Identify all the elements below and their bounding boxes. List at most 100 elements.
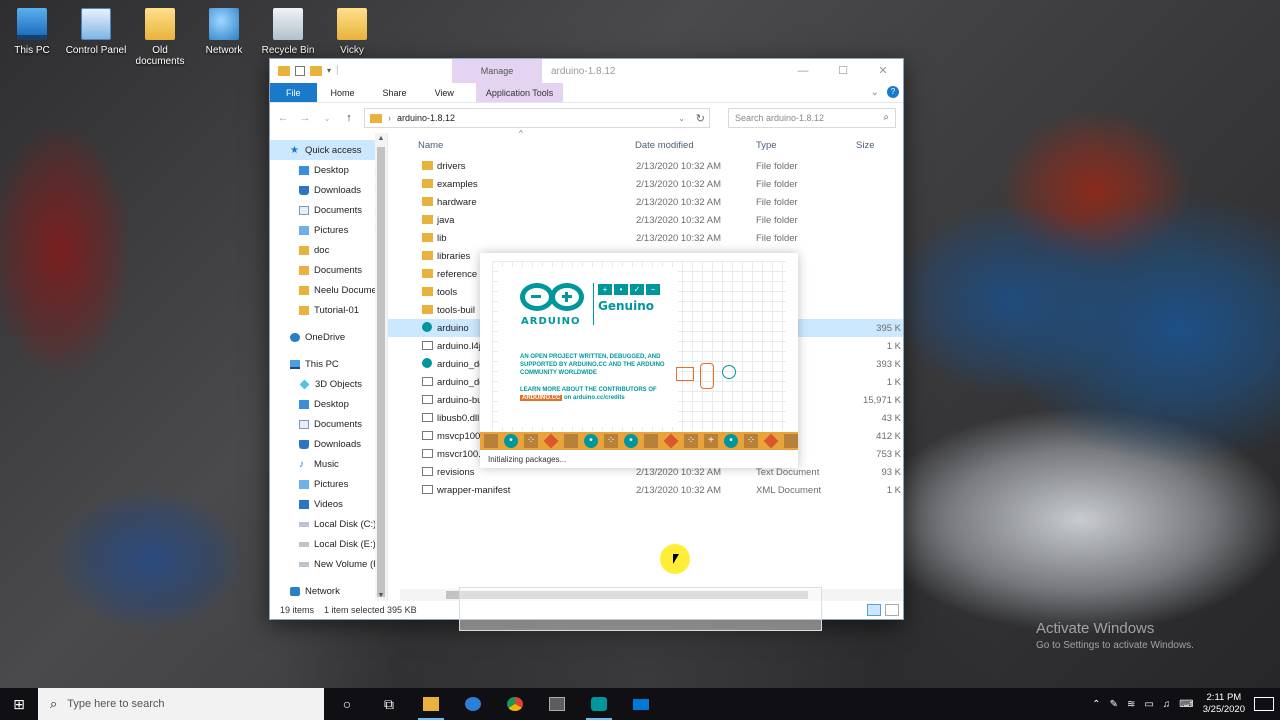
maximize-button[interactable]: ☐ bbox=[823, 59, 863, 83]
new-folder-icon[interactable] bbox=[310, 65, 322, 76]
help-icon[interactable]: ? bbox=[887, 86, 899, 98]
folder-icon bbox=[299, 265, 309, 275]
file-explorer-icon[interactable] bbox=[410, 688, 452, 720]
edge-icon[interactable] bbox=[452, 688, 494, 720]
scroll-down-icon[interactable]: ▼ bbox=[375, 592, 387, 599]
up-button[interactable]: ↑ bbox=[342, 112, 356, 124]
keyboard-icon[interactable]: ⌨ bbox=[1179, 699, 1193, 710]
recent-locations-icon[interactable]: ⌄ bbox=[320, 114, 334, 123]
pattern-chip: ⁘ bbox=[684, 434, 698, 448]
chevron-down-icon[interactable]: ▾ bbox=[327, 66, 331, 75]
start-button[interactable]: ⊞ bbox=[0, 688, 38, 720]
table-row[interactable]: java 2/13/2020 10:32 AM File folder bbox=[388, 211, 903, 229]
nav-network[interactable]: Network bbox=[270, 581, 387, 601]
tab-application-tools[interactable]: Application Tools bbox=[475, 83, 564, 102]
volume-icon[interactable]: ♫ bbox=[1163, 699, 1171, 710]
nav-pictures[interactable]: Pictures✱ bbox=[270, 220, 387, 240]
tab-view[interactable]: View bbox=[421, 83, 468, 102]
breadcrumb[interactable]: arduino-1.8.12 bbox=[397, 113, 455, 123]
chevron-down-icon[interactable]: ⌄ bbox=[678, 114, 685, 123]
cortana-icon[interactable]: ○ bbox=[326, 688, 368, 720]
nav-desktop[interactable]: Desktop✱ bbox=[270, 160, 387, 180]
nav-onedrive[interactable]: OneDrive bbox=[270, 327, 387, 347]
details-view-button[interactable] bbox=[867, 604, 881, 616]
nav-pc-pictures[interactable]: Pictures bbox=[270, 474, 387, 494]
desktop-icon-this-pc[interactable]: This PC bbox=[0, 0, 64, 78]
notifications-icon[interactable] bbox=[1254, 697, 1274, 711]
expand-ribbon-icon[interactable]: ⌄ bbox=[871, 87, 879, 98]
column-name[interactable]: Name bbox=[418, 140, 443, 151]
minimize-button[interactable]: — bbox=[783, 59, 823, 83]
scroll-up-icon[interactable]: ▲ bbox=[375, 135, 387, 142]
splash-credits: LEARN MORE ABOUT THE CONTRIBUTORS OF ARD… bbox=[520, 386, 690, 402]
table-row[interactable]: hardware 2/13/2020 10:32 AM File folder bbox=[388, 193, 903, 211]
search-icon: ⌕ bbox=[883, 112, 889, 123]
nav-tutorial-01[interactable]: Tutorial-01 bbox=[270, 300, 387, 320]
nav-neelu-documents[interactable]: Neelu Documen bbox=[270, 280, 387, 300]
control-panel-icon bbox=[81, 8, 111, 40]
pen-icon[interactable]: ✎ bbox=[1110, 699, 1118, 710]
nav-label: This PC bbox=[305, 358, 339, 370]
nav-pc-videos[interactable]: Videos bbox=[270, 494, 387, 514]
task-view-icon[interactable]: ⧉ bbox=[368, 688, 410, 720]
desktop-icon-control-panel[interactable]: Control Panel bbox=[64, 0, 128, 78]
scroll-thumb[interactable] bbox=[377, 147, 385, 597]
nav-documents[interactable]: Documents✱ bbox=[270, 200, 387, 220]
close-button[interactable]: ✕ bbox=[863, 59, 903, 83]
nav-pc-music[interactable]: ♪ Music bbox=[270, 454, 387, 474]
taskbar-search-input[interactable]: ⌕ Type here to search bbox=[38, 688, 324, 720]
mouse-cursor-icon bbox=[673, 554, 679, 564]
column-size[interactable]: Size bbox=[856, 140, 874, 151]
column-date-modified[interactable]: Date modified bbox=[635, 140, 694, 151]
nav-local-disk-e[interactable]: Local Disk (E:) bbox=[270, 534, 387, 554]
nav-scrollbar[interactable]: ▲ ▼ bbox=[375, 133, 387, 601]
nav-doc[interactable]: doc bbox=[270, 240, 387, 260]
nav-documents-2[interactable]: Documents bbox=[270, 260, 387, 280]
battery-icon[interactable]: ▭ bbox=[1144, 699, 1153, 710]
nav-pc-desktop[interactable]: Desktop bbox=[270, 394, 387, 414]
clock[interactable]: 2:11 PM 3/25/2020 bbox=[1203, 692, 1245, 716]
navigation-pane[interactable]: ★ Quick access Desktop✱ Downloads✱ Docume… bbox=[270, 133, 388, 601]
documents-icon bbox=[299, 205, 309, 215]
desktop-icon-old-documents[interactable]: Old documents bbox=[128, 0, 192, 78]
wifi-icon[interactable]: ≋ bbox=[1127, 699, 1135, 710]
file-size: 93 K bbox=[881, 467, 901, 478]
large-icons-view-button[interactable] bbox=[885, 604, 899, 616]
nav-pc-documents[interactable]: Documents bbox=[270, 414, 387, 434]
tab-home[interactable]: Home bbox=[317, 83, 369, 102]
chevron-up-icon[interactable]: ⌃ bbox=[1092, 699, 1100, 710]
arduino-icon[interactable] bbox=[578, 688, 620, 720]
mail-icon[interactable] bbox=[620, 688, 662, 720]
back-button[interactable]: ← bbox=[276, 112, 290, 124]
nav-new-volume-f[interactable]: New Volume (F:) bbox=[270, 554, 387, 574]
nav-quick-access[interactable]: ★ Quick access bbox=[270, 140, 387, 160]
table-row[interactable]: examples 2/13/2020 10:32 AM File folder bbox=[388, 175, 903, 193]
address-input[interactable]: › arduino-1.8.12 ⌄ ↻ bbox=[364, 108, 710, 128]
nav-local-disk-c[interactable]: Local Disk (C:) bbox=[270, 514, 387, 534]
column-type[interactable]: Type bbox=[756, 140, 777, 151]
table-row[interactable]: wrapper-manifest 2/13/2020 10:32 AM XML Do… bbox=[388, 481, 903, 499]
nav-downloads[interactable]: Downloads✱ bbox=[270, 180, 387, 200]
file-size: 753 K bbox=[876, 449, 901, 460]
table-row[interactable]: lib 2/13/2020 10:32 AM File folder bbox=[388, 229, 903, 247]
nav-pc-downloads[interactable]: Downloads bbox=[270, 434, 387, 454]
search-input[interactable]: Search arduino-1.8.12 ⌕ bbox=[728, 108, 896, 128]
chrome-icon[interactable] bbox=[494, 688, 536, 720]
tab-manage[interactable]: Manage bbox=[452, 59, 542, 83]
calculator-icon[interactable] bbox=[536, 688, 578, 720]
properties-icon[interactable] bbox=[295, 65, 305, 76]
file-name: examples bbox=[437, 179, 478, 190]
nav-this-pc[interactable]: This PC bbox=[270, 354, 387, 374]
title-bar[interactable]: ▾ | Manage arduino-1.8.12 — ☐ ✕ bbox=[270, 59, 903, 83]
nav-3d-objects[interactable]: 3D Objects bbox=[270, 374, 387, 394]
tab-file[interactable]: File bbox=[270, 83, 317, 102]
desktop-icon-label: Recycle Bin bbox=[261, 45, 315, 56]
forward-button[interactable]: → bbox=[298, 112, 312, 124]
refresh-icon[interactable]: ↻ bbox=[696, 112, 705, 125]
table-row[interactable]: drivers 2/13/2020 10:32 AM File folder bbox=[388, 157, 903, 175]
tab-share[interactable]: Share bbox=[369, 83, 421, 102]
file-name: lib bbox=[437, 233, 447, 244]
folder-icon bbox=[299, 305, 309, 315]
desktop-icon-network[interactable]: Network bbox=[192, 0, 256, 78]
